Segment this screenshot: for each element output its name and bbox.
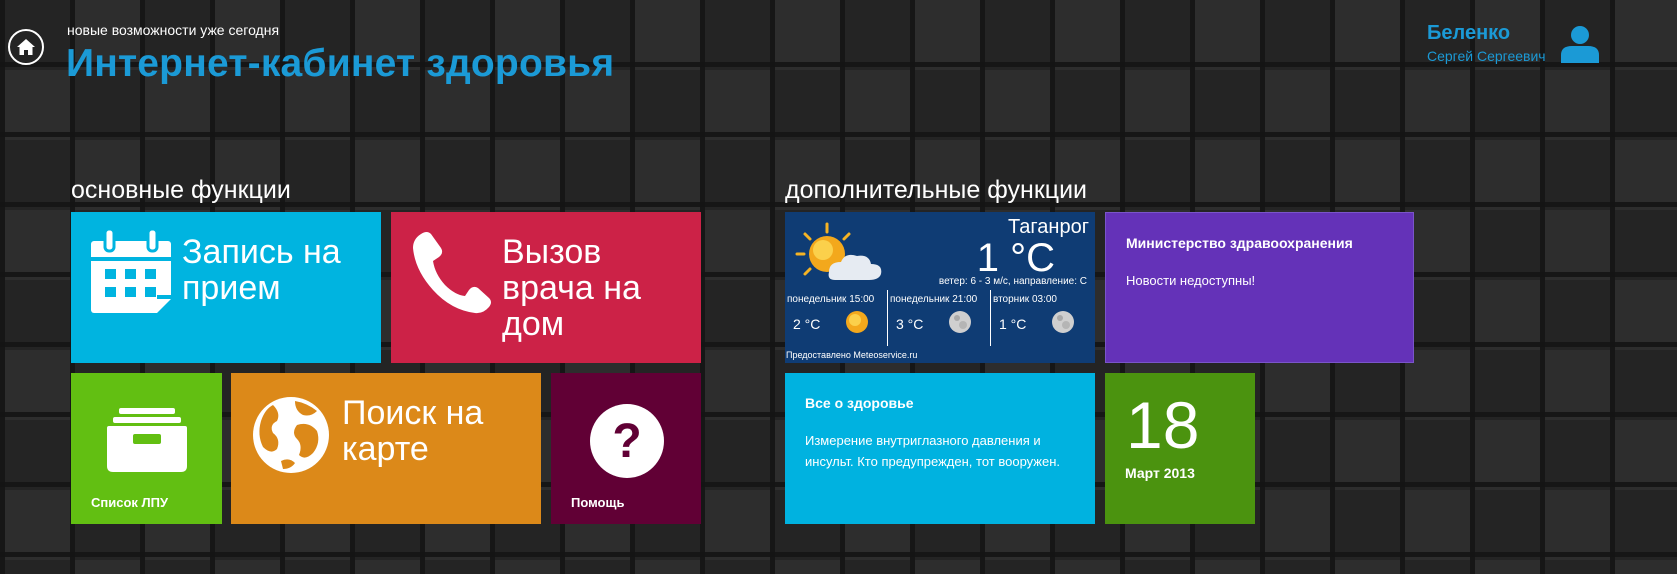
forecast-item: вторник 03:00 1 °C: [991, 292, 1091, 350]
tile-help[interactable]: ? Помощь: [551, 373, 701, 524]
forecast-temp: 3 °C: [896, 316, 924, 332]
forecast-temp: 1 °C: [999, 316, 1027, 332]
weather-wind: ветер: 6 - 3 м/с, направление: С: [938, 276, 1087, 287]
tile-home-visit-line1: Вызов: [502, 233, 602, 271]
phone-icon: [413, 232, 491, 314]
tile-health-text-line1: Измерение внутриглазного давления и: [805, 433, 1041, 448]
calendar-icon: [91, 229, 171, 313]
date-day: 18: [1126, 388, 1200, 462]
moon-icon: [949, 311, 971, 333]
forecast-item: понедельник 21:00 3 °C: [888, 292, 988, 350]
tile-home-visit[interactable]: Вызов врача на дом: [391, 212, 701, 363]
tile-map-search-line2: карте: [342, 430, 429, 468]
tile-lpu-list-label: Список ЛПУ: [91, 495, 169, 510]
globe-icon: [253, 397, 329, 473]
tile-health-title: Все о здоровье: [805, 395, 914, 411]
weather-credit: Предоставлено Meteoservice.ru: [786, 350, 918, 360]
app-tagline: новые возможности уже сегодня: [67, 22, 280, 38]
app-title: Интернет-кабинет здоровья: [66, 42, 615, 85]
tile-map-search[interactable]: Поиск на карте: [231, 373, 541, 524]
forecast-day: вторник 03:00: [993, 294, 1057, 305]
user-first-name: Сергей Сергеевич: [1427, 48, 1546, 64]
tile-appointment-line2: прием: [182, 269, 281, 307]
weather-temp: 1 °C: [976, 236, 1055, 280]
tile-lpu-list[interactable]: Список ЛПУ: [71, 373, 222, 524]
tile-map-search-line1: Поиск на: [342, 394, 484, 432]
home-icon: [17, 39, 35, 55]
forecast-day: понедельник 15:00: [787, 294, 875, 305]
date-month: Март 2013: [1125, 465, 1195, 481]
tile-health[interactable]: Все о здоровье Измерение внутриглазного …: [785, 373, 1095, 524]
section-title-extra: дополнительные функции: [785, 176, 1088, 204]
svg-text:?: ?: [612, 415, 641, 468]
tile-appointment[interactable]: Запись на прием: [71, 212, 381, 363]
forecast-temp: 2 °C: [793, 316, 821, 332]
tile-ministry[interactable]: Министерство здравоохранения Новости нед…: [1105, 212, 1414, 363]
tile-ministry-text: Новости недоступны!: [1126, 273, 1256, 288]
tile-appointment-line1: Запись на: [182, 233, 341, 271]
tile-help-label: Помощь: [571, 495, 625, 510]
user-icon[interactable]: [1559, 25, 1601, 68]
user-last-name: Беленко: [1427, 22, 1511, 44]
tile-home-visit-line3: дом: [502, 305, 565, 343]
section-title-main: основные функции: [71, 176, 291, 204]
tile-health-text-line2: инсульт. Кто предупрежден, тот вооружен.: [805, 454, 1061, 469]
forecast-item: понедельник 15:00 2 °C: [785, 292, 885, 350]
sun-cloud-icon: [795, 222, 882, 280]
home-button[interactable]: [8, 29, 44, 65]
forecast-day: понедельник 21:00: [890, 294, 978, 305]
tile-ministry-title: Министерство здравоохранения: [1126, 235, 1353, 251]
tile-weather[interactable]: Таганрог 1 °C ветер: 6 - 3 м/с, направле…: [785, 212, 1095, 363]
tile-home-visit-line2: врача на: [502, 269, 641, 307]
sun-icon: [846, 311, 868, 333]
question-icon: ?: [590, 404, 664, 478]
user-profile[interactable]: Беленко Сергей Сергеевич: [1427, 22, 1546, 64]
tile-date[interactable]: 18 Март 2013: [1105, 373, 1255, 524]
cabinet-icon: [107, 408, 187, 472]
moon-icon: [1052, 311, 1074, 333]
